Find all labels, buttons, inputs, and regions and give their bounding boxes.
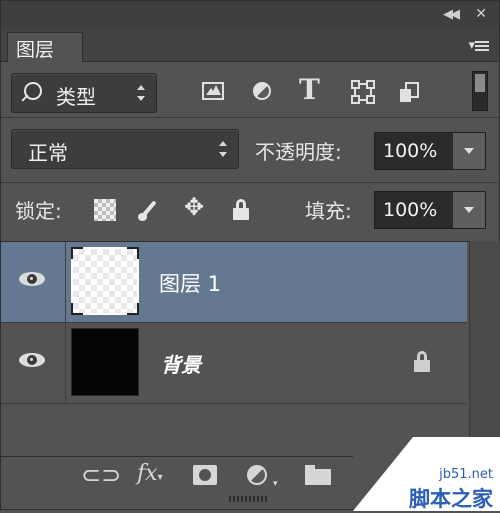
add-mask-icon[interactable] bbox=[193, 465, 217, 485]
layers-panel: ◀◀ ✕ 图层 ▾ 类型 T 正常 不透明度: 100% 锁定: ✥ 填充: 1… bbox=[0, 0, 500, 511]
lock-transparent-pixels-icon[interactable] bbox=[94, 199, 116, 221]
eye-icon[interactable] bbox=[19, 351, 45, 369]
watermark: jb51.net 脚本之家 bbox=[353, 437, 500, 511]
collapse-panel-icon[interactable]: ◀◀ bbox=[443, 7, 460, 22]
divider bbox=[65, 323, 66, 403]
divider bbox=[65, 242, 66, 322]
watermark-name: 脚本之家 bbox=[409, 487, 493, 511]
layer-name[interactable]: 图层 1 bbox=[159, 268, 221, 298]
lock-icon bbox=[411, 349, 433, 373]
new-group-icon[interactable] bbox=[305, 465, 331, 485]
lock-all-icon[interactable] bbox=[230, 197, 256, 223]
shape-layer-filter-icon[interactable] bbox=[351, 80, 377, 105]
fill-label: 填充: bbox=[305, 199, 352, 223]
lock-position-icon[interactable]: ✥ bbox=[184, 193, 210, 221]
pixel-layer-filter-icon[interactable] bbox=[201, 81, 227, 105]
new-adjustment-layer-icon[interactable] bbox=[247, 465, 267, 485]
opacity-value[interactable]: 100% bbox=[383, 140, 437, 162]
blend-mode-dropdown[interactable]: 正常 bbox=[11, 129, 239, 169]
search-icon bbox=[24, 82, 42, 100]
opacity-dropdown-button[interactable] bbox=[452, 133, 485, 169]
updown-arrows-icon bbox=[136, 85, 146, 101]
lock-row: 锁定: ✥ 填充: 100% bbox=[1, 183, 499, 239]
filter-kind-value: 类型 bbox=[56, 85, 96, 109]
opacity-field[interactable]: 100% bbox=[374, 132, 486, 170]
filter-row: 类型 T bbox=[1, 63, 499, 118]
layer-row-background[interactable]: 背景 bbox=[1, 323, 467, 404]
smart-object-filter-icon[interactable] bbox=[399, 81, 425, 105]
layers-list: 图层 1 背景 bbox=[1, 241, 469, 456]
fill-field[interactable]: 100% bbox=[374, 191, 486, 229]
blend-row: 正常 不透明度: 100% bbox=[1, 118, 499, 183]
blend-mode-value: 正常 bbox=[28, 141, 68, 165]
layer-thumbnail[interactable] bbox=[71, 328, 139, 396]
filter-toggle-switch[interactable] bbox=[472, 71, 488, 111]
layer-row-layer1[interactable]: 图层 1 bbox=[1, 242, 467, 323]
fill-value[interactable]: 100% bbox=[383, 199, 437, 221]
fill-dropdown-button[interactable] bbox=[452, 192, 485, 228]
fx-label: fx bbox=[137, 461, 158, 486]
panel-menu-icon[interactable]: ▾ bbox=[468, 38, 489, 53]
tab-layers[interactable]: 图层 bbox=[7, 32, 83, 62]
filter-kind-dropdown[interactable]: 类型 bbox=[11, 73, 157, 113]
close-panel-icon[interactable]: ✕ bbox=[475, 6, 487, 22]
layers-scrollbar[interactable] bbox=[469, 241, 500, 455]
watermark-site: jb51.net bbox=[439, 467, 493, 482]
link-layers-icon[interactable]: ⊂⊃ bbox=[81, 461, 121, 489]
eye-icon[interactable] bbox=[19, 270, 45, 288]
lock-image-pixels-icon[interactable] bbox=[138, 197, 164, 223]
lock-label: 锁定: bbox=[15, 199, 62, 223]
panel-title-strip: ◀◀ ✕ bbox=[1, 1, 499, 30]
layer-name[interactable]: 背景 bbox=[161, 349, 201, 378]
updown-arrows-icon bbox=[218, 141, 228, 157]
layer-thumbnail[interactable] bbox=[71, 247, 139, 315]
dropdown-arrow-icon: ▾ bbox=[273, 479, 278, 489]
adjustment-layer-filter-icon[interactable] bbox=[251, 81, 277, 105]
resize-grip-icon[interactable] bbox=[229, 496, 269, 502]
opacity-label: 不透明度: bbox=[255, 140, 342, 164]
panel-tab-bar: 图层 ▾ bbox=[1, 29, 499, 62]
type-layer-filter-icon[interactable]: T bbox=[299, 73, 325, 106]
layer-style-icon[interactable]: fx▾ bbox=[137, 461, 163, 486]
